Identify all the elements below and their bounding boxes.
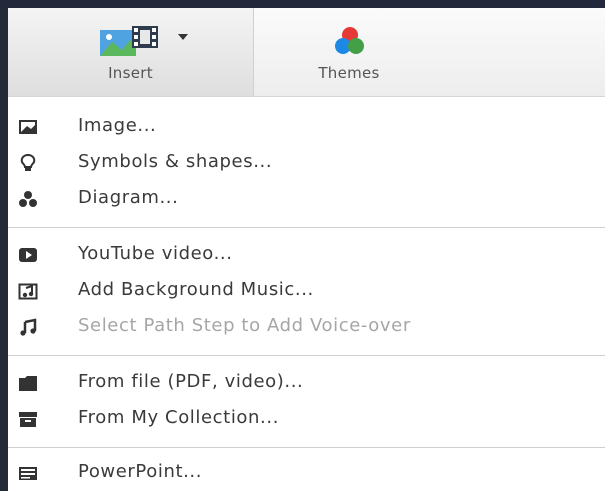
menu-item-label: From file (PDF, video)... xyxy=(78,371,304,392)
menu-item-label: Image... xyxy=(78,115,157,136)
insert-dropdown-menu: Image... Symbols & shapes... Diagram... … xyxy=(8,97,605,491)
menu-item-label: Symbols & shapes... xyxy=(78,151,273,172)
menu-item-diagram[interactable]: Diagram... xyxy=(8,181,605,217)
diagram-icon xyxy=(19,191,37,207)
insert-button[interactable]: Insert xyxy=(8,8,254,96)
powerpoint-icon xyxy=(19,467,37,480)
folder-icon xyxy=(19,376,37,391)
menu-item-voice-over: Select Path Step to Add Voice-over xyxy=(8,309,605,345)
menu-item-label: Select Path Step to Add Voice-over xyxy=(78,315,411,336)
themes-icon xyxy=(335,27,364,54)
chevron-down-icon xyxy=(178,34,188,40)
menu-separator xyxy=(8,227,605,228)
menu-item-label: From My Collection... xyxy=(78,407,280,428)
menu-item-image[interactable]: Image... xyxy=(8,109,605,145)
menu-item-my-collection[interactable]: From My Collection... xyxy=(8,401,605,437)
menu-item-youtube-video[interactable]: YouTube video... xyxy=(8,237,605,273)
menu-item-from-file[interactable]: From file (PDF, video)... xyxy=(8,365,605,401)
youtube-icon xyxy=(19,248,37,262)
lightbulb-icon xyxy=(20,153,36,171)
menu-item-symbols-shapes[interactable]: Symbols & shapes... xyxy=(8,145,605,181)
menu-item-label: YouTube video... xyxy=(78,243,233,264)
themes-button[interactable]: Themes xyxy=(254,8,444,96)
menu-item-background-music[interactable]: Add Background Music... xyxy=(8,273,605,309)
menu-item-label: Add Background Music... xyxy=(78,279,314,300)
menu-separator xyxy=(8,447,605,448)
insert-media-icon xyxy=(100,26,158,56)
collection-icon xyxy=(19,412,37,427)
menu-item-label: Diagram... xyxy=(78,187,179,208)
toolbar: Insert Themes xyxy=(8,8,605,97)
app-header-bar xyxy=(0,0,605,8)
themes-label: Themes xyxy=(318,64,380,82)
menu-item-powerpoint[interactable]: PowerPoint... xyxy=(8,455,605,491)
image-icon xyxy=(19,120,37,134)
music-note-icon xyxy=(20,318,37,336)
insert-label: Insert xyxy=(108,64,153,82)
menu-separator xyxy=(8,355,605,356)
menu-item-label: PowerPoint... xyxy=(78,461,203,482)
background-music-icon xyxy=(18,283,38,300)
